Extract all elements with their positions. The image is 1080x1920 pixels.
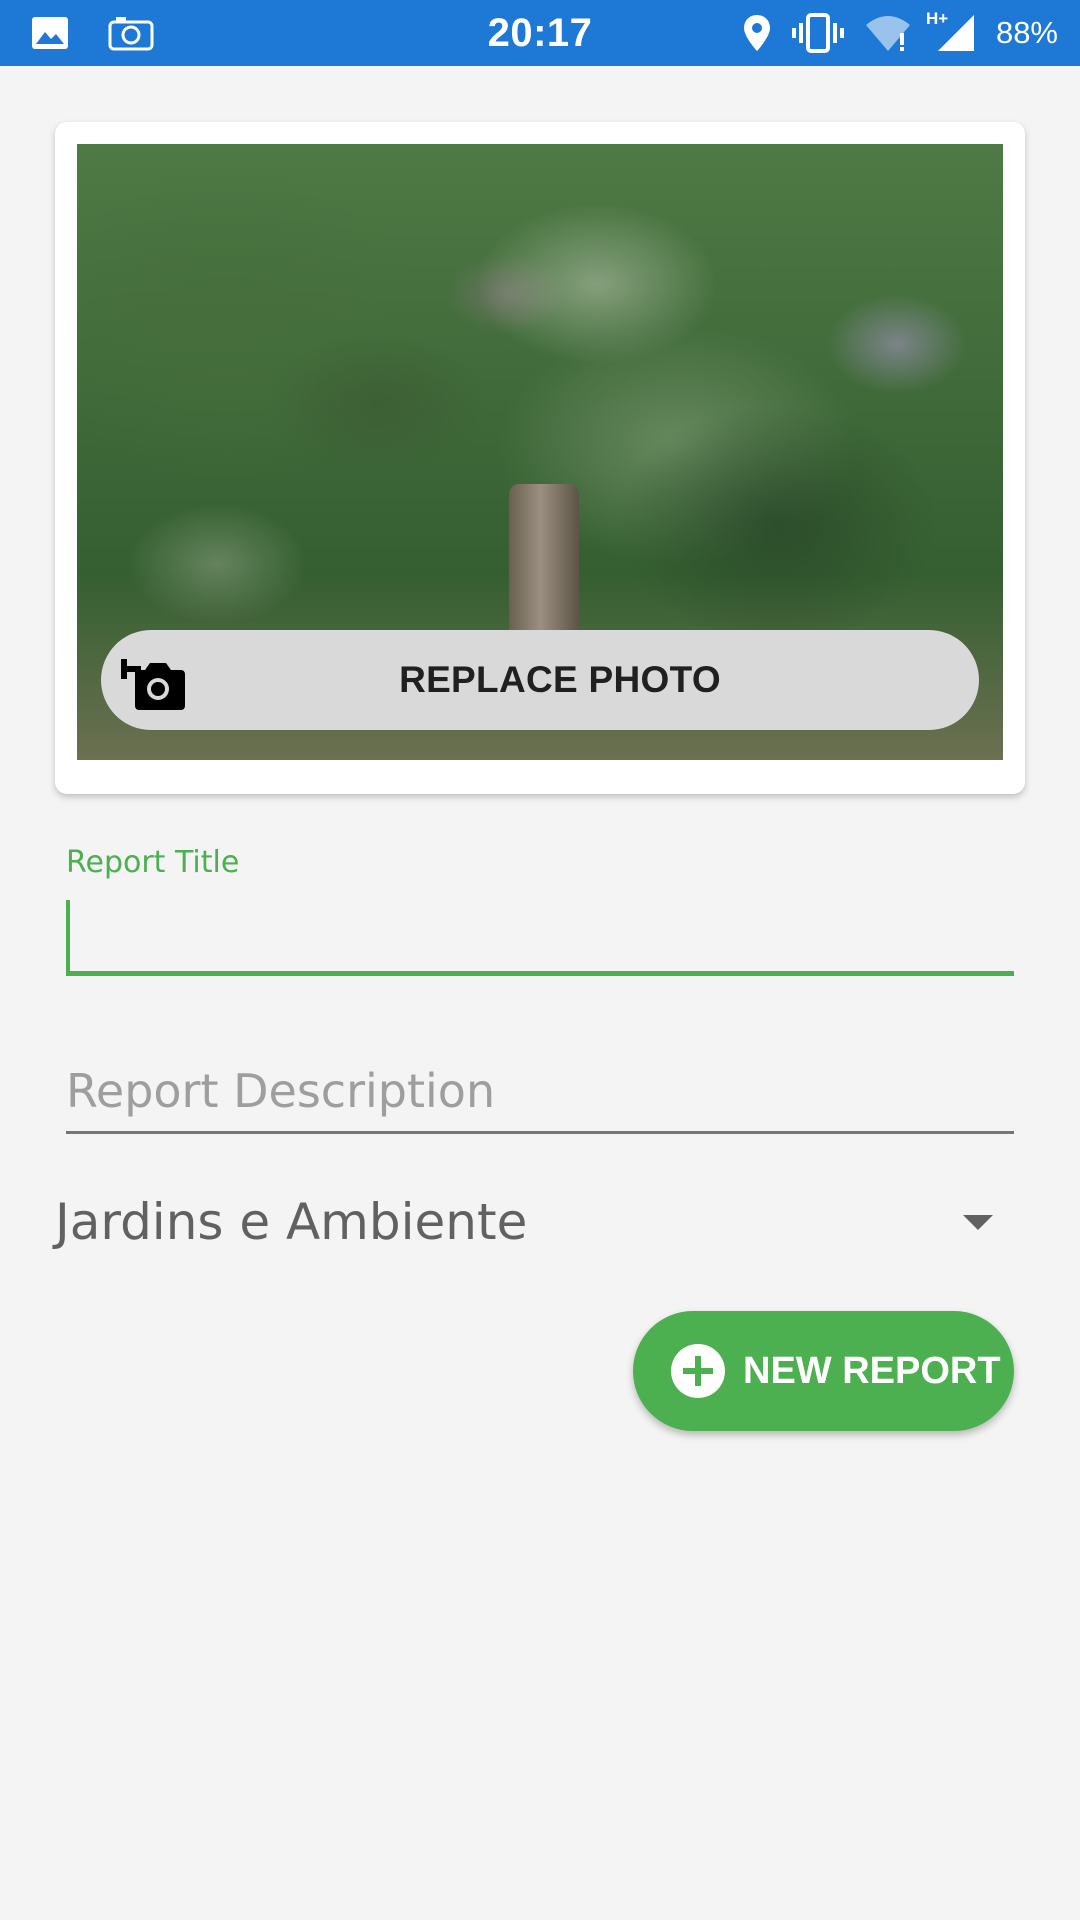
report-photo: REPLACE PHOTO — [77, 144, 1003, 760]
battery-level: 88% — [995, 15, 1058, 50]
report-title-label: Report Title — [66, 845, 240, 880]
photo-tree-trunk — [509, 484, 579, 654]
category-selected-value: Jardins e Ambiente — [55, 1193, 528, 1251]
report-title-input[interactable] — [66, 900, 1014, 976]
replace-photo-label: REPLACE PHOTO — [399, 659, 721, 700]
cell-signal-icon: H+ — [926, 9, 976, 53]
replace-photo-button[interactable]: REPLACE PHOTO — [101, 630, 979, 730]
new-report-label: NEW REPORT — [743, 1349, 1001, 1392]
status-bar-system: H+ 88% — [742, 0, 1058, 66]
category-dropdown[interactable]: Jardins e Ambiente — [55, 1180, 1005, 1264]
report-description-input[interactable] — [66, 1050, 1014, 1134]
wifi-alert-icon — [865, 16, 910, 51]
add-circle-icon — [671, 1344, 725, 1398]
status-bar: 20:17 H+ 88% — [0, 0, 1080, 66]
photo-card: REPLACE PHOTO — [55, 122, 1025, 794]
vibrate-icon — [791, 13, 844, 53]
location-icon — [743, 15, 770, 51]
network-type-label: H+ — [925, 9, 949, 28]
dropdown-arrow-icon — [963, 1215, 993, 1230]
new-report-button[interactable]: NEW REPORT — [633, 1311, 1014, 1431]
